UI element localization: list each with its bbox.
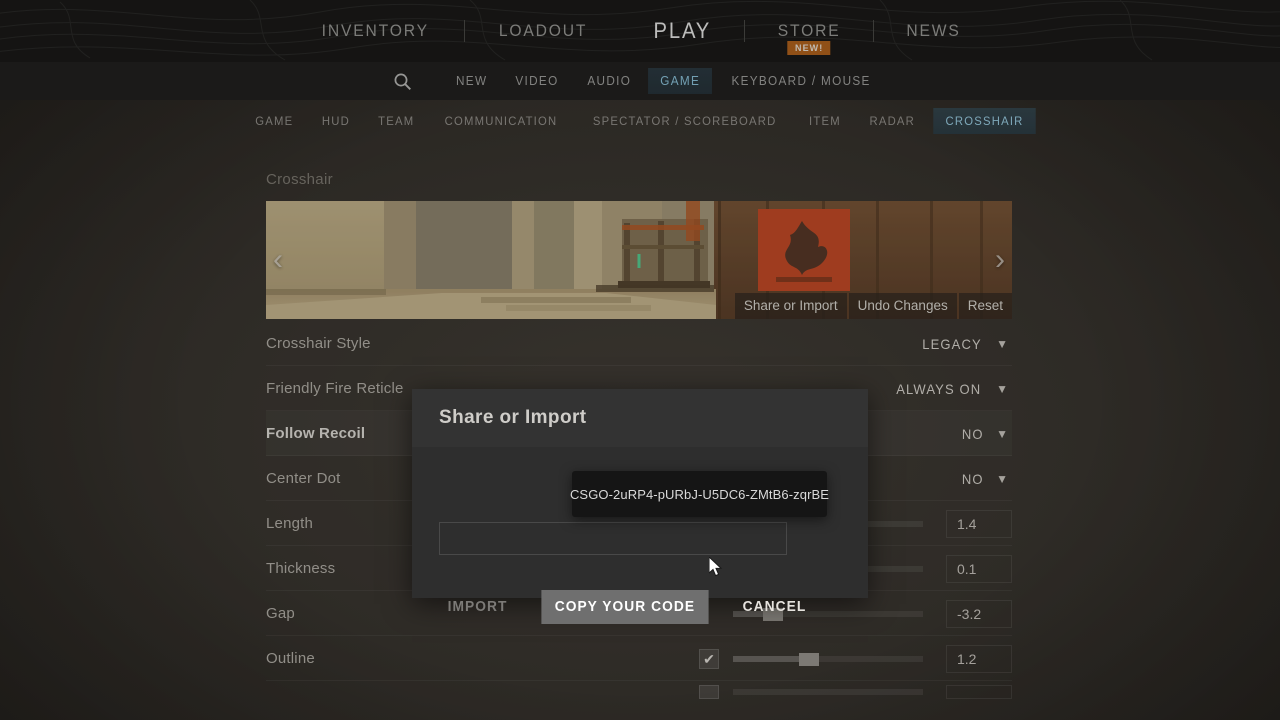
mouse-cursor bbox=[709, 557, 723, 577]
cancel-button[interactable]: CANCEL bbox=[729, 590, 819, 624]
dialog-buttons: IMPORT COPY YOUR CODE CANCEL bbox=[412, 587, 868, 627]
dialog-body: IMPORT COPY YOUR CODE CANCEL bbox=[412, 447, 868, 624]
dialog-header: Share or Import bbox=[412, 389, 868, 447]
copy-your-code-button[interactable]: COPY YOUR CODE bbox=[541, 590, 709, 624]
share-code-input[interactable] bbox=[439, 522, 787, 555]
share-code-tooltip-text: CSGO-2uRP4-pURbJ-U5DC6-ZMtB6-zqrBE bbox=[569, 486, 830, 502]
share-code-tooltip: CSGO-2uRP4-pURbJ-U5DC6-ZMtB6-zqrBE bbox=[569, 471, 830, 517]
dialog-title: Share or Import bbox=[439, 407, 587, 428]
import-button[interactable]: IMPORT bbox=[434, 590, 520, 624]
